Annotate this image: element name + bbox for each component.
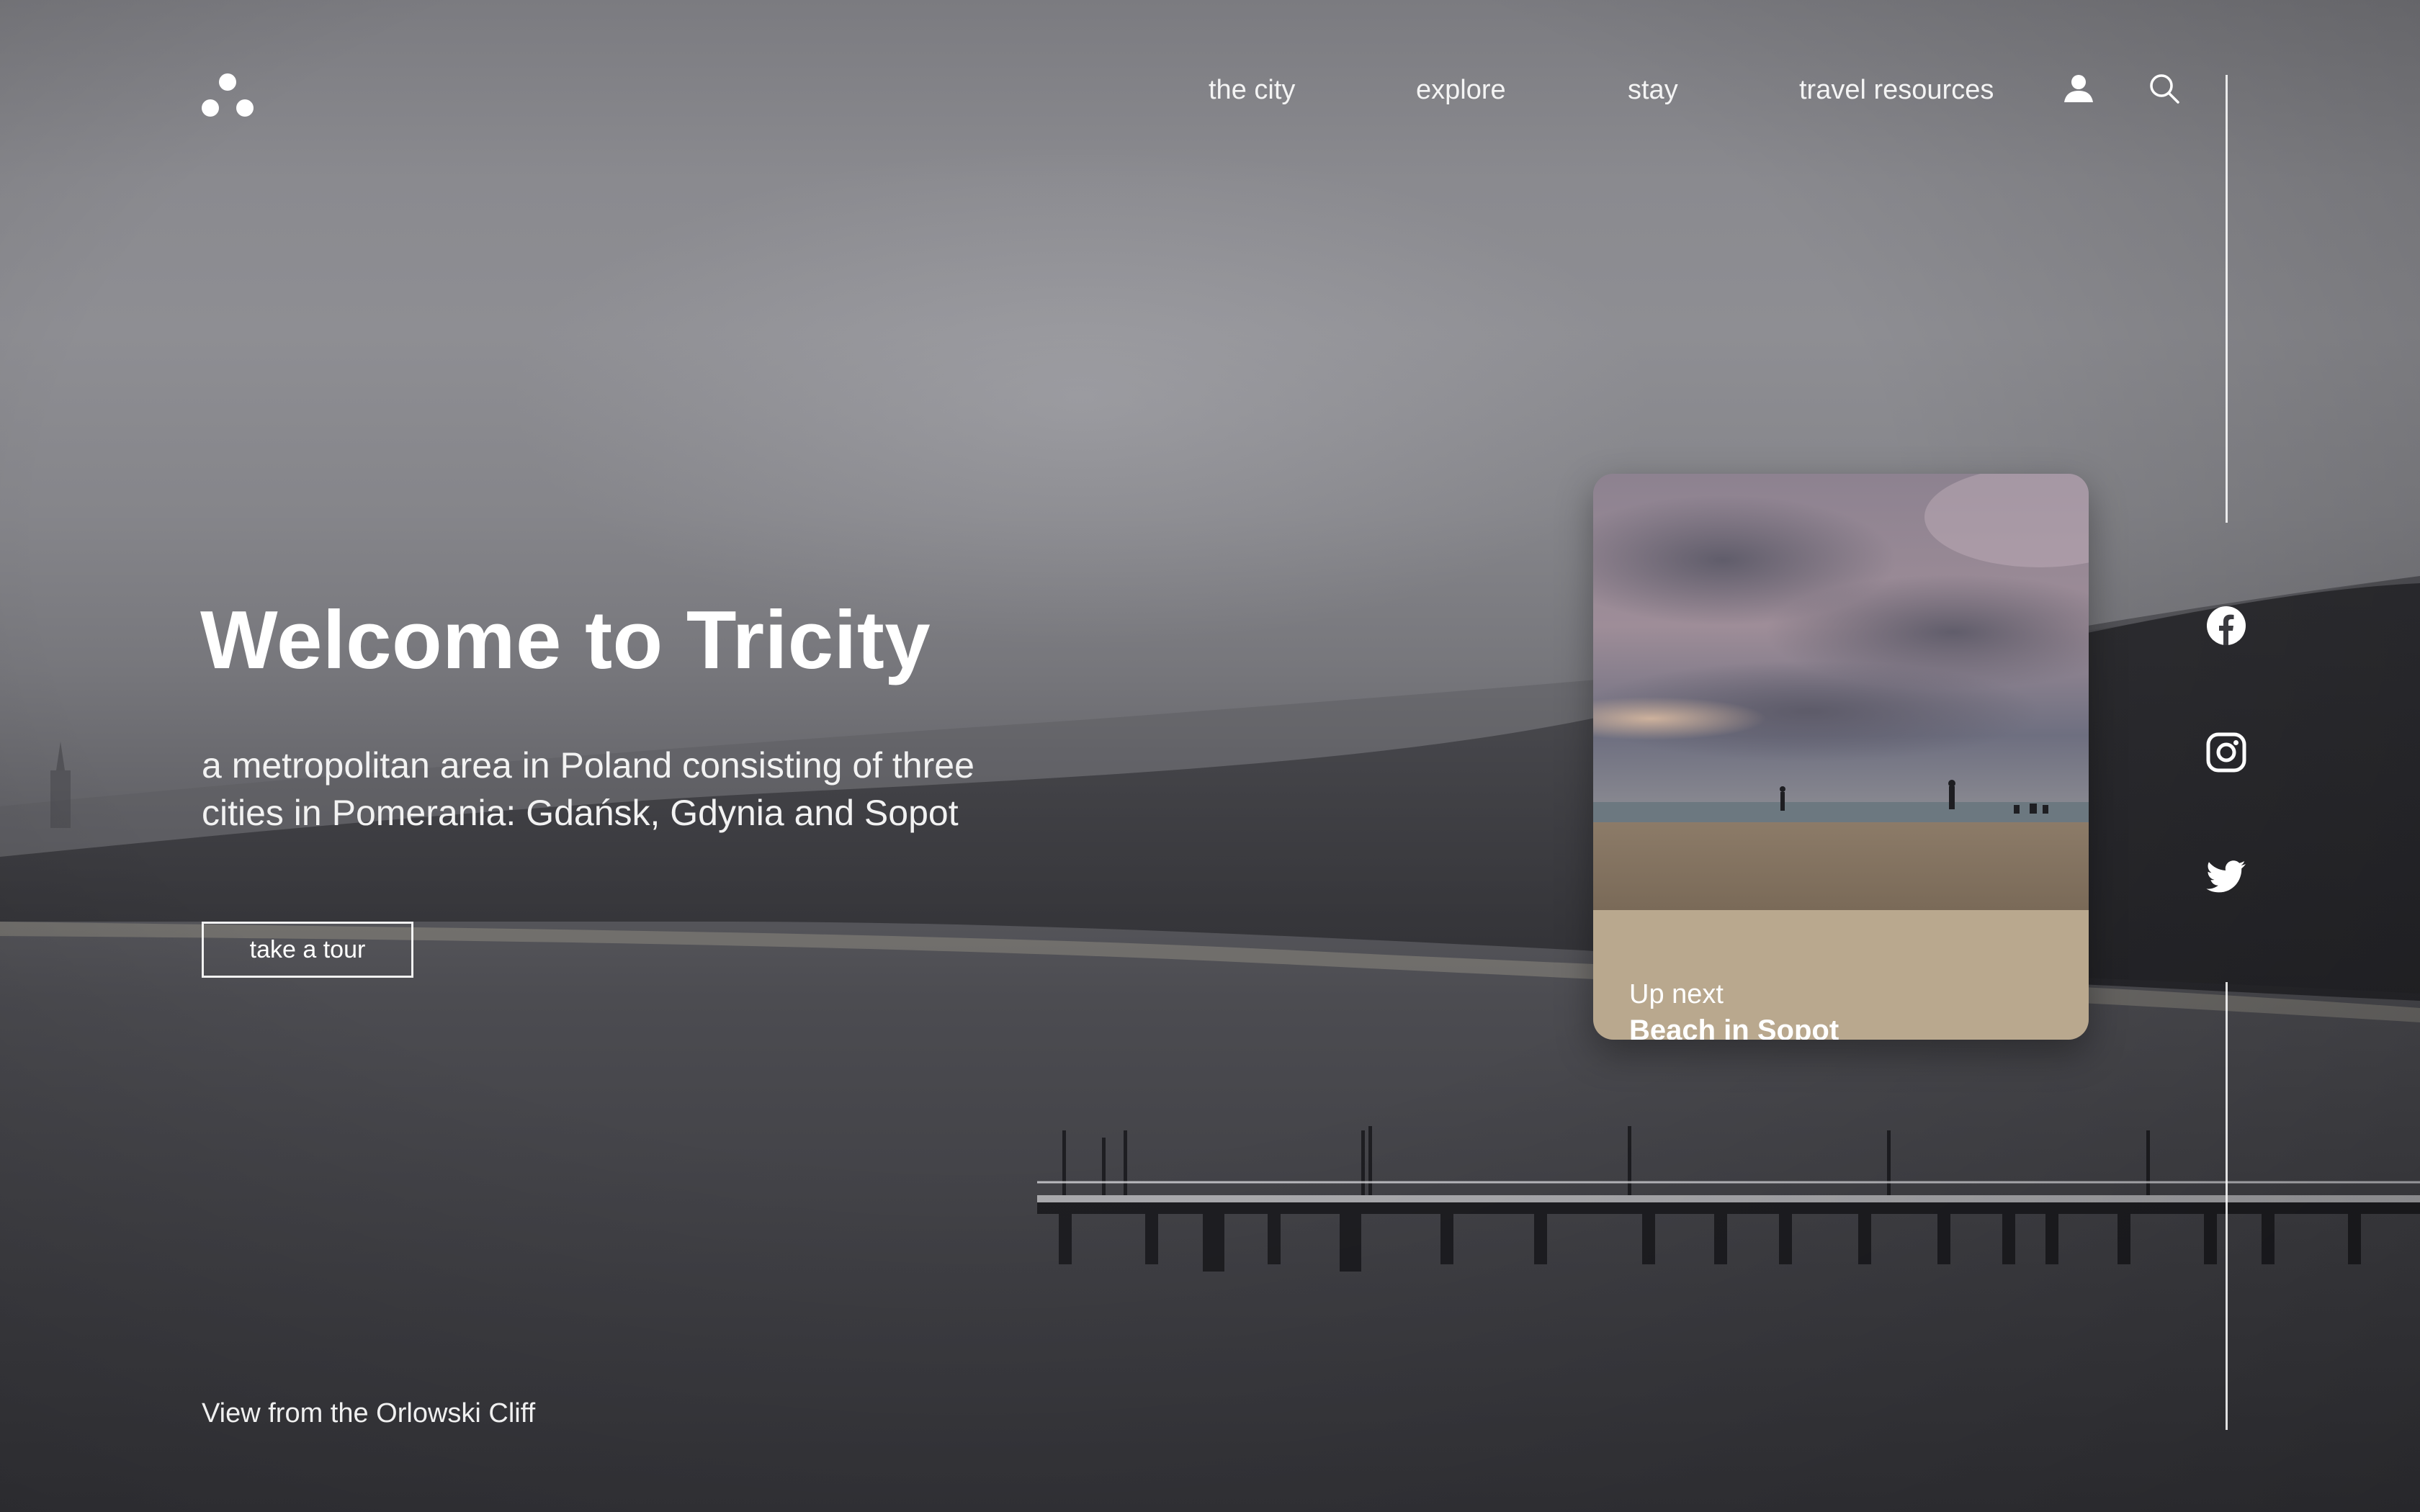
logo-dot: [236, 99, 254, 117]
facebook-icon[interactable]: [2205, 605, 2247, 647]
search-icon[interactable]: [2148, 72, 2181, 105]
pier-scenery: [1037, 1126, 2420, 1272]
tricity-logo[interactable]: [200, 73, 255, 118]
rail-divider-bottom: [2226, 982, 2228, 1430]
up-next-label: Up next: [1629, 979, 1724, 1009]
page-title: Welcome to Tricity: [200, 595, 931, 686]
up-next-card[interactable]: Up next Beach in Sopot: [1593, 474, 2089, 1040]
instagram-icon[interactable]: [2205, 732, 2247, 773]
hero-subtitle: a metropolitan area in Poland consisting…: [202, 745, 974, 833]
hero-background: the city explore stay travel resources W…: [0, 0, 2420, 1512]
take-a-tour-button[interactable]: take a tour: [202, 922, 413, 978]
user-icon[interactable]: [2061, 72, 2096, 107]
nav-item-stay[interactable]: stay: [1628, 71, 1678, 109]
fog-overlay: [504, 144, 1657, 648]
rail-divider-top: [2226, 75, 2228, 523]
photo-caption: View from the Orlowski Cliff: [202, 1398, 536, 1428]
beach-photo: [1593, 474, 2089, 910]
logo-dot: [219, 73, 236, 91]
up-next-title: Beach in Sopot: [1629, 1014, 1839, 1040]
twitter-icon[interactable]: [2205, 855, 2247, 897]
nav-item-explore[interactable]: explore: [1416, 71, 1506, 109]
nav-item-travel-resources[interactable]: travel resources: [1799, 71, 1994, 109]
nav-item-the-city[interactable]: the city: [1209, 71, 1295, 109]
logo-dot: [202, 99, 219, 117]
